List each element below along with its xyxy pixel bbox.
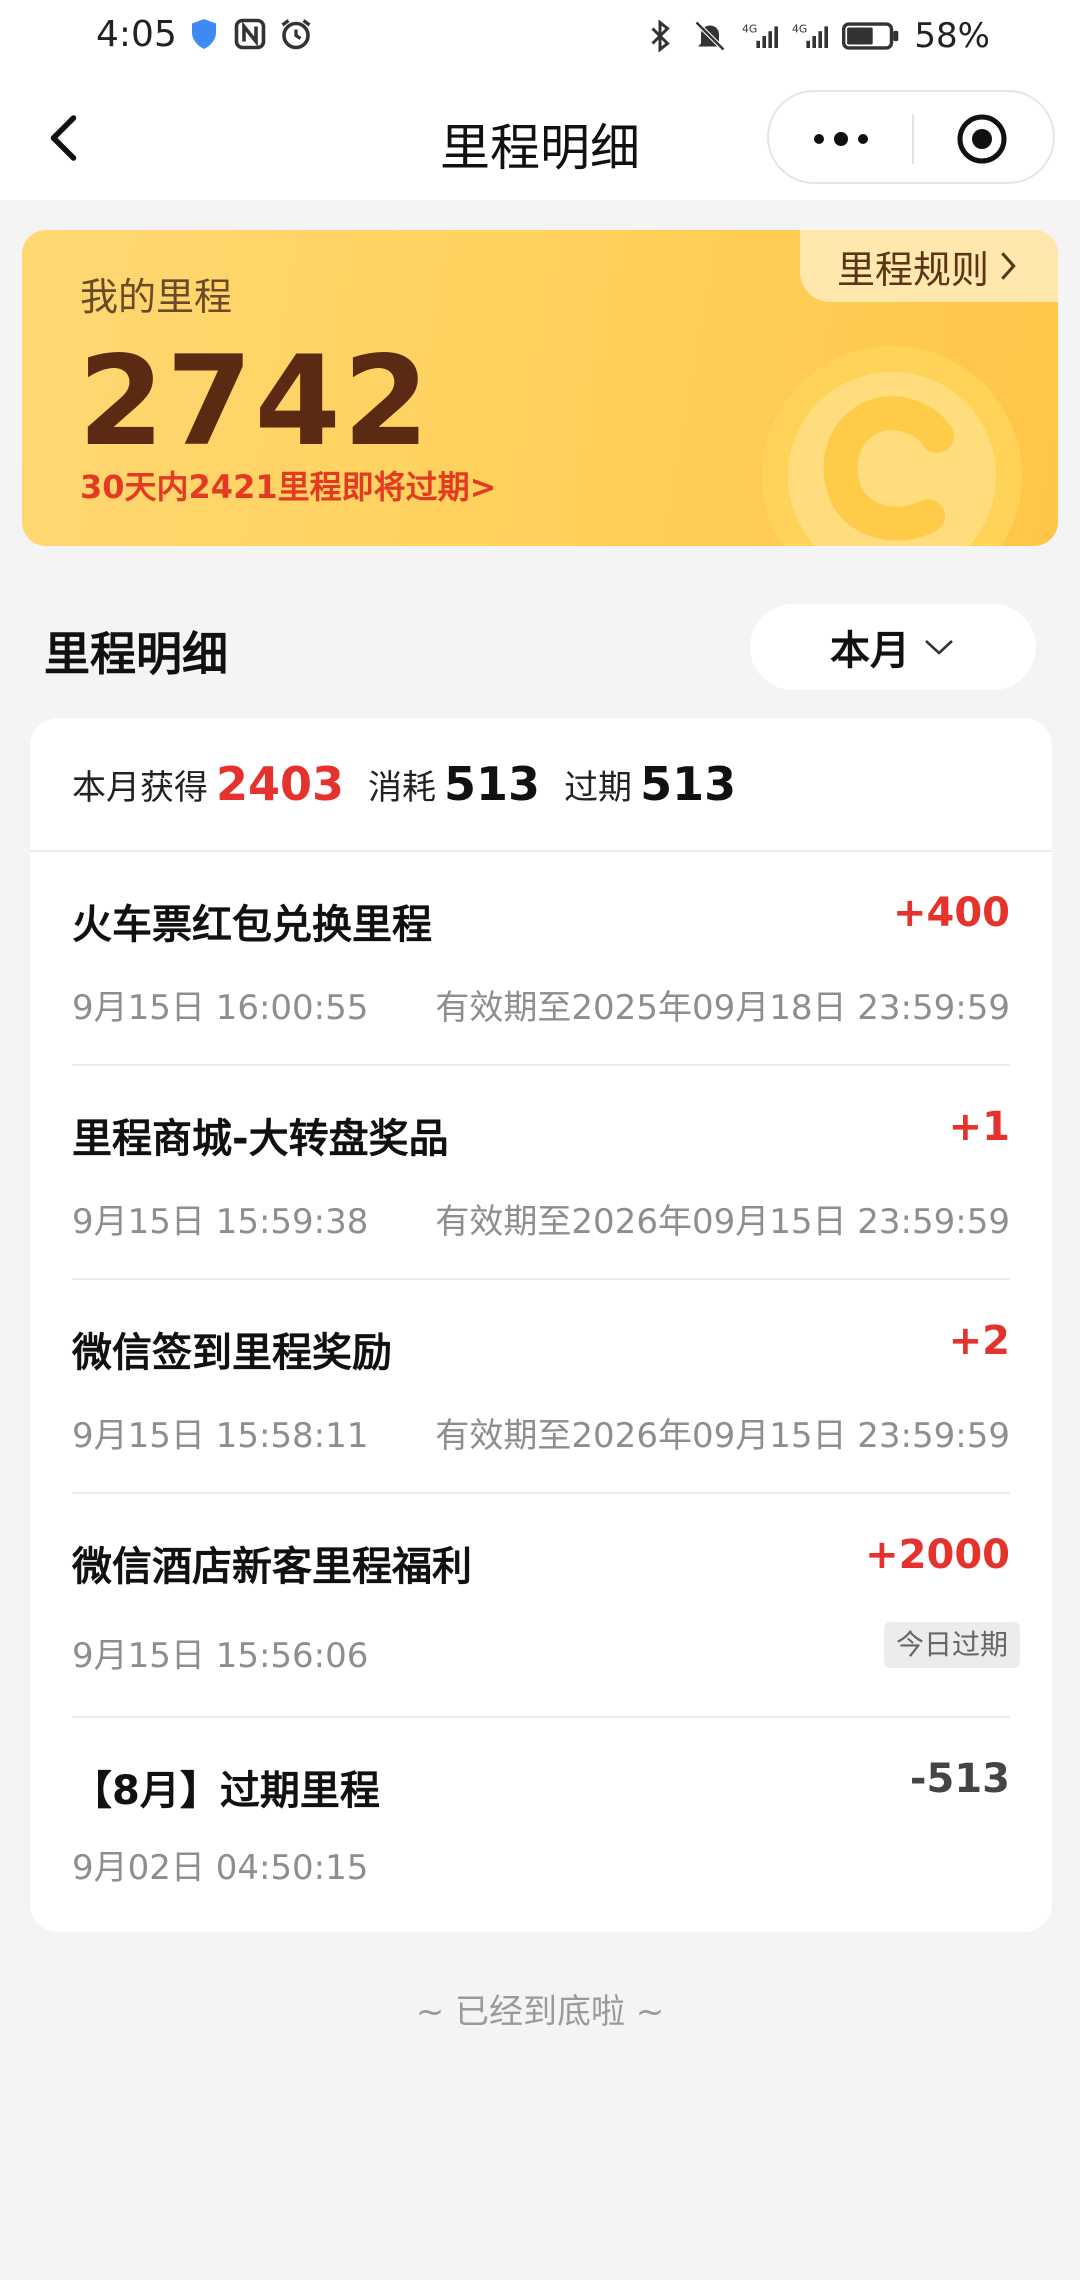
rules-button[interactable]: 里程规则 <box>800 230 1058 302</box>
expired-label: 过期 <box>564 767 633 808</box>
item-amount: -513 <box>909 1756 1010 1802</box>
bluetooth-icon <box>651 19 671 53</box>
target-icon[interactable] <box>955 112 1009 166</box>
month-summary: 本月获得 2403 消耗 513 过期 513 <box>30 718 1052 852</box>
item-time: 9月15日 15:56:06 <box>72 1636 369 1676</box>
consumed-label: 消耗 <box>368 767 437 808</box>
chevron-right-icon <box>1001 252 1016 280</box>
list-item[interactable]: 微信酒店新客里程福利 +2000 9月15日 15:56:06 今日过期 <box>72 1494 1020 1718</box>
nav-bar: 里程明细 <box>0 78 1080 200</box>
item-time: 9月15日 16:00:55 <box>72 988 369 1028</box>
item-name: 微信酒店新客里程福利 <box>72 1544 472 1590</box>
more-icon[interactable] <box>809 116 873 162</box>
expiry-notice-link[interactable]: 30天内2421里程即将过期> <box>80 462 496 508</box>
miles-total: 2742 <box>78 330 432 474</box>
item-validity: 有效期至2026年09月15日 23:59:59 <box>435 1416 1010 1456</box>
consumed-value: 513 <box>444 757 541 811</box>
miles-card: 我的里程 2742 30天内2421里程即将过期> 里程规则 <box>22 230 1058 546</box>
month-filter-label: 本月 <box>830 628 910 674</box>
signal-4g-icon: 4G <box>792 22 829 48</box>
expires-today-badge: 今日过期 <box>883 1622 1020 1668</box>
item-time: 9月02日 04:50:15 <box>72 1848 369 1888</box>
expired-value: 513 <box>640 757 737 811</box>
item-time: 9月15日 15:59:38 <box>72 1202 369 1242</box>
signal-4g-icon: 4G <box>742 22 779 48</box>
chevron-down-icon <box>925 640 953 655</box>
list-item[interactable]: 微信签到里程奖励 +2 9月15日 15:58:11 有效期至2026年09月1… <box>72 1280 1010 1494</box>
alarm-icon <box>281 19 311 50</box>
month-filter-dropdown[interactable]: 本月 <box>750 604 1036 690</box>
battery-percent: 58% <box>914 16 990 56</box>
section-title: 里程明细 <box>44 627 228 681</box>
item-name: 【8月】过期里程 <box>72 1768 380 1814</box>
list-item[interactable]: 里程商城-大转盘奖品 +1 9月15日 15:59:38 有效期至2026年09… <box>72 1066 1010 1280</box>
item-name: 里程商城-大转盘奖品 <box>72 1116 449 1162</box>
item-name: 微信签到里程奖励 <box>72 1330 392 1376</box>
status-bar: 4:05 4G 4G 58% <box>0 0 1080 78</box>
mini-program-capsule <box>767 90 1055 184</box>
item-validity: 有效期至2026年09月15日 23:59:59 <box>435 1202 1010 1242</box>
earned-value: 2403 <box>216 757 345 811</box>
capsule-divider <box>912 114 914 164</box>
item-amount: +1 <box>948 1104 1010 1150</box>
item-amount: +400 <box>892 890 1010 936</box>
end-of-list-text: ~ 已经到底啦 ~ <box>415 1992 665 2032</box>
battery-icon <box>842 22 899 50</box>
bell-off-icon <box>695 20 726 52</box>
item-validity: 有效期至2025年09月18日 23:59:59 <box>435 988 1010 1028</box>
list-item[interactable]: 火车票红包兑换里程 +400 9月15日 16:00:55 有效期至2025年0… <box>72 852 1010 1066</box>
coin-icon <box>762 346 1022 546</box>
item-amount: +2 <box>948 1318 1010 1364</box>
miles-label: 我的里程 <box>80 275 233 319</box>
earned-label: 本月获得 <box>72 767 208 808</box>
miles-detail-list: 本月获得 2403 消耗 513 过期 513 火车票红包兑换里程 +400 9… <box>30 718 1052 1932</box>
item-name: 火车票红包兑换里程 <box>72 902 432 948</box>
item-time: 9月15日 15:58:11 <box>72 1416 369 1456</box>
rules-label: 里程规则 <box>836 247 989 292</box>
shield-icon <box>192 19 216 49</box>
svg-text:4G: 4G <box>742 22 757 35</box>
item-amount: +2000 <box>865 1532 1010 1578</box>
svg-text:4G: 4G <box>792 22 807 35</box>
list-item[interactable]: 【8月】过期里程 -513 9月02日 04:50:15 <box>72 1718 1010 1932</box>
nfc-icon <box>234 18 266 50</box>
status-time: 4:05 <box>96 14 177 55</box>
